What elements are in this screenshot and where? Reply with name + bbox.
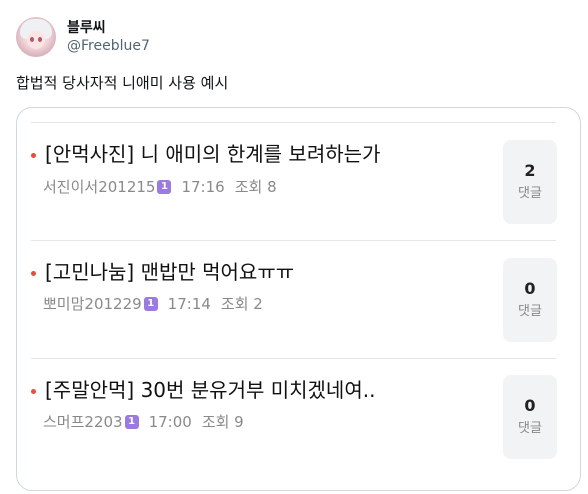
comment-count-box[interactable]: 0 댓글 — [503, 375, 557, 459]
post-meta: 뽀미맘201229 1 17:14 조회 2 — [43, 294, 263, 314]
comment-count-box[interactable]: 0 댓글 — [503, 258, 557, 342]
comment-count: 2 — [524, 161, 536, 180]
tweet-text: 합법적 당사자적 니애미 사용 예시 — [16, 74, 229, 92]
list-item[interactable]: [주말안먹] 30번 분유거부 미치겠네여.. 스머프2203 1 17:00 … — [17, 359, 580, 477]
post-author: 서진이서201215 — [43, 178, 156, 196]
list-item[interactable]: [고민나눔] 맨밥만 먹어요ㅠㅠ 뽀미맘201229 1 17:14 조회 2 … — [17, 241, 580, 359]
avatar[interactable] — [16, 17, 56, 57]
post-views: 조회 8 — [234, 178, 277, 196]
attached-image-card[interactable]: [안먹사진] 니 애미의 한계를 보려하는가 서진이서201215 1 17:1… — [16, 107, 581, 491]
user-handle[interactable]: @Freeblue7 — [67, 37, 150, 55]
comment-label: 댓글 — [518, 421, 542, 436]
level-badge-icon: 1 — [124, 415, 139, 429]
post-time: 17:16 — [181, 178, 225, 196]
post-title[interactable]: [주말안먹] 30번 분유거부 미치겠네여.. — [45, 377, 375, 403]
user-names: 블루씨 @Freeblue7 — [67, 19, 150, 55]
post-time: 17:14 — [167, 295, 211, 313]
post-author: 스머프2203 — [43, 413, 123, 431]
comment-count: 0 — [524, 396, 536, 415]
bullet-icon — [31, 389, 36, 394]
bullet-icon — [31, 271, 36, 276]
post-title[interactable]: [안먹사진] 니 애미의 한계를 보려하는가 — [45, 141, 380, 167]
level-badge-icon: 1 — [143, 297, 158, 311]
post-meta: 스머프2203 1 17:00 조회 9 — [43, 412, 244, 432]
post-title[interactable]: [고민나눔] 맨밥만 먹어요ㅠㅠ — [45, 259, 294, 285]
post-author: 뽀미맘201229 — [43, 295, 142, 313]
tweet-header: 블루씨 @Freeblue7 — [16, 12, 150, 62]
level-badge-icon: 1 — [157, 180, 172, 194]
list-item[interactable]: [안먹사진] 니 애미의 한계를 보려하는가 서진이서201215 1 17:1… — [17, 123, 580, 241]
bullet-icon — [31, 153, 36, 158]
post-views: 조회 9 — [201, 413, 244, 431]
display-name[interactable]: 블루씨 — [67, 19, 150, 37]
post-views: 조회 2 — [220, 295, 263, 313]
comment-count-box[interactable]: 2 댓글 — [503, 140, 557, 224]
comment-label: 댓글 — [518, 186, 542, 201]
comment-label: 댓글 — [518, 304, 542, 319]
comment-count: 0 — [524, 279, 536, 298]
post-time: 17:00 — [148, 413, 192, 431]
post-meta: 서진이서201215 1 17:16 조회 8 — [43, 177, 277, 197]
